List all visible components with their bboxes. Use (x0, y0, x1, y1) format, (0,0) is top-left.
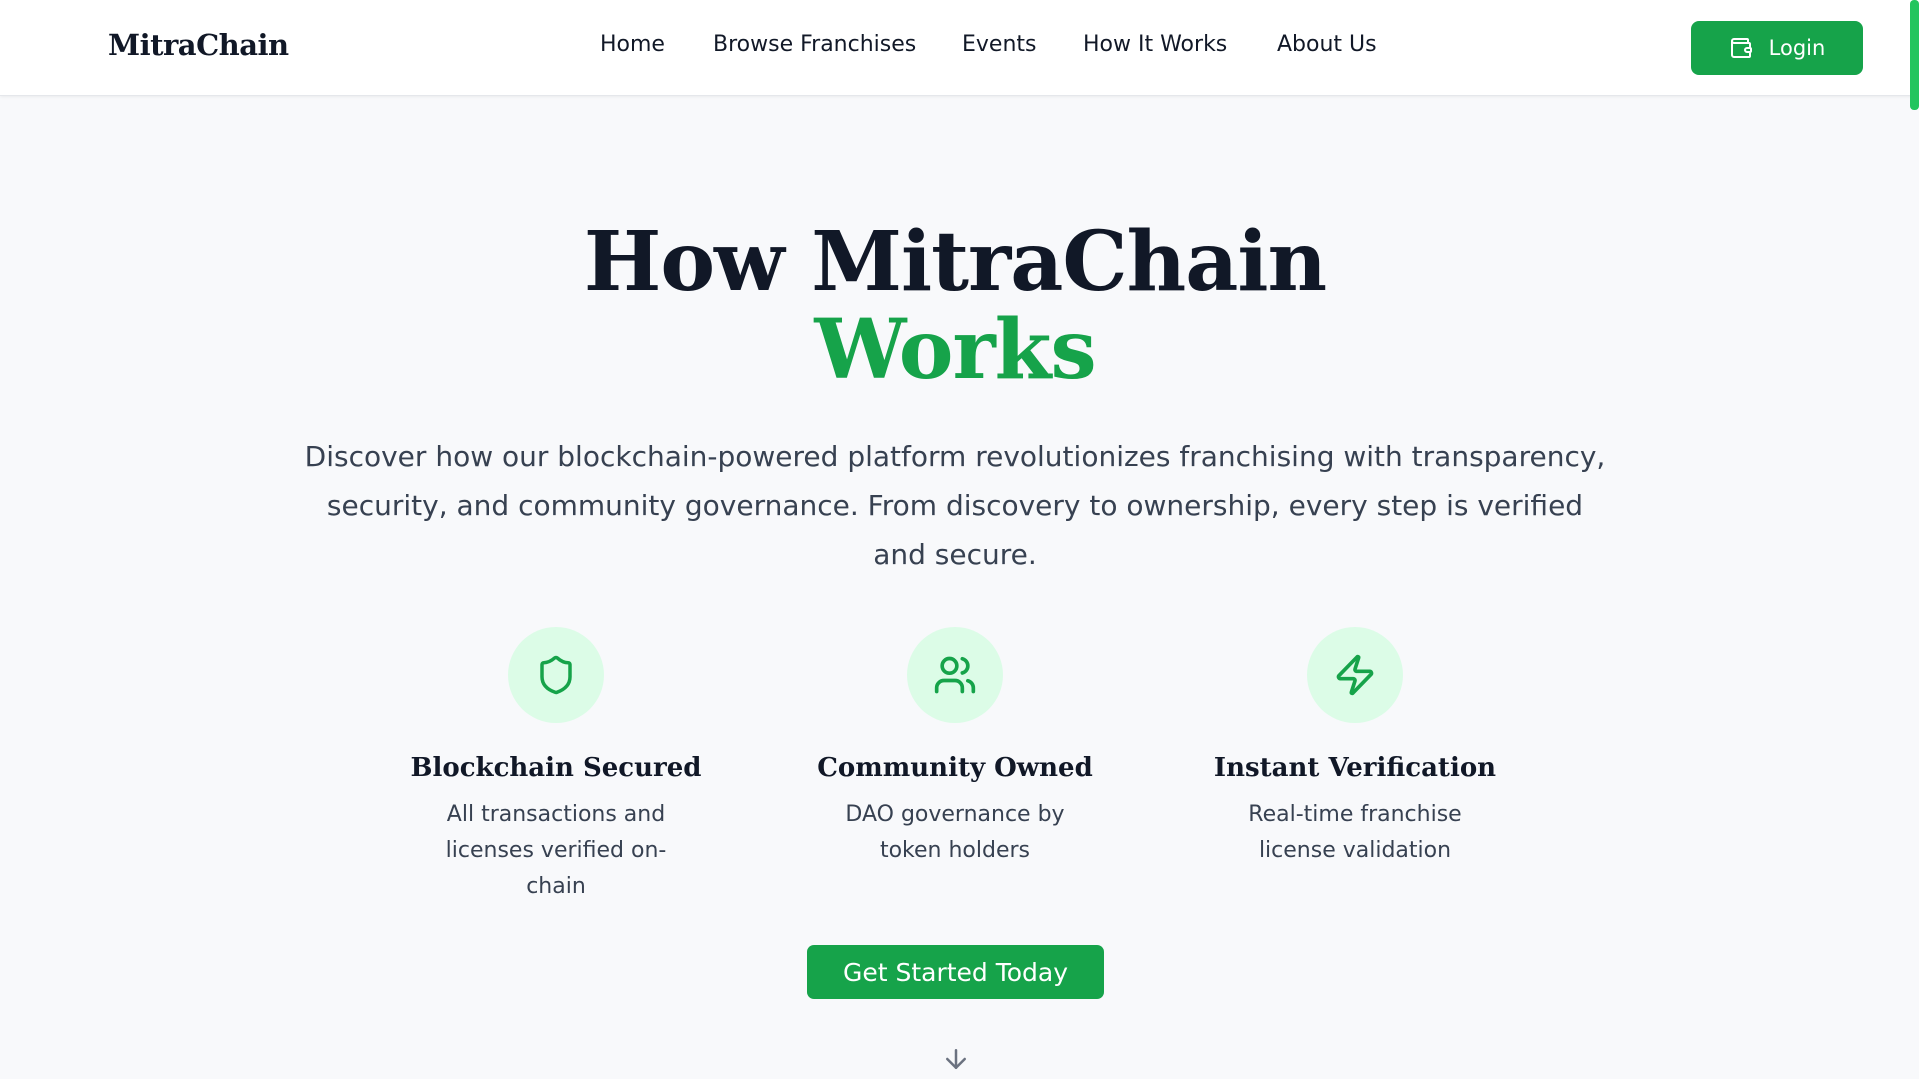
nav-about-us[interactable]: About Us (1277, 32, 1377, 57)
feature-title: Community Owned (817, 753, 1093, 783)
nav-browse-franchises[interactable]: Browse Franchises (713, 32, 916, 57)
get-started-button[interactable]: Get Started Today (807, 945, 1104, 999)
page-scrollbar[interactable] (1910, 0, 1919, 110)
feature-description: All transactions and licenses verified o… (445, 802, 667, 899)
login-label: Login (1768, 36, 1826, 60)
login-button[interactable]: Login (1691, 21, 1863, 75)
nav-home[interactable]: Home (600, 32, 665, 57)
site-header: MitraChain Home Browse Franchises Events… (0, 0, 1919, 96)
wallet-icon (1729, 36, 1753, 60)
shield-icon (508, 627, 604, 723)
feature-description: DAO governance by token holders (845, 802, 1065, 863)
arrow-down-icon[interactable] (941, 1044, 971, 1078)
nav-events[interactable]: Events (962, 32, 1037, 57)
feature-title: Blockchain Secured (410, 753, 702, 783)
feature-blockchain-secured: Blockchain Secured All transactions and … (376, 627, 736, 905)
feature-instant-verification: Instant Verification Real-time franchise… (1175, 627, 1535, 869)
hero-title-line1: How MitraChain (583, 214, 1327, 310)
lightning-icon (1307, 627, 1403, 723)
site-logo[interactable]: MitraChain (108, 28, 289, 62)
feature-title: Instant Verification (1213, 753, 1497, 783)
nav-how-it-works[interactable]: How It Works (1083, 32, 1227, 57)
hero-description: Discover how our blockchain-powered plat… (304, 440, 1606, 571)
feature-description: Real-time franchise license validation (1248, 802, 1462, 863)
hero-title: How MitraChain Works (0, 218, 1910, 394)
hero-title-line2: Works (814, 302, 1096, 398)
feature-community-owned: Community Owned DAO governance by token … (775, 627, 1135, 869)
users-icon (907, 627, 1003, 723)
